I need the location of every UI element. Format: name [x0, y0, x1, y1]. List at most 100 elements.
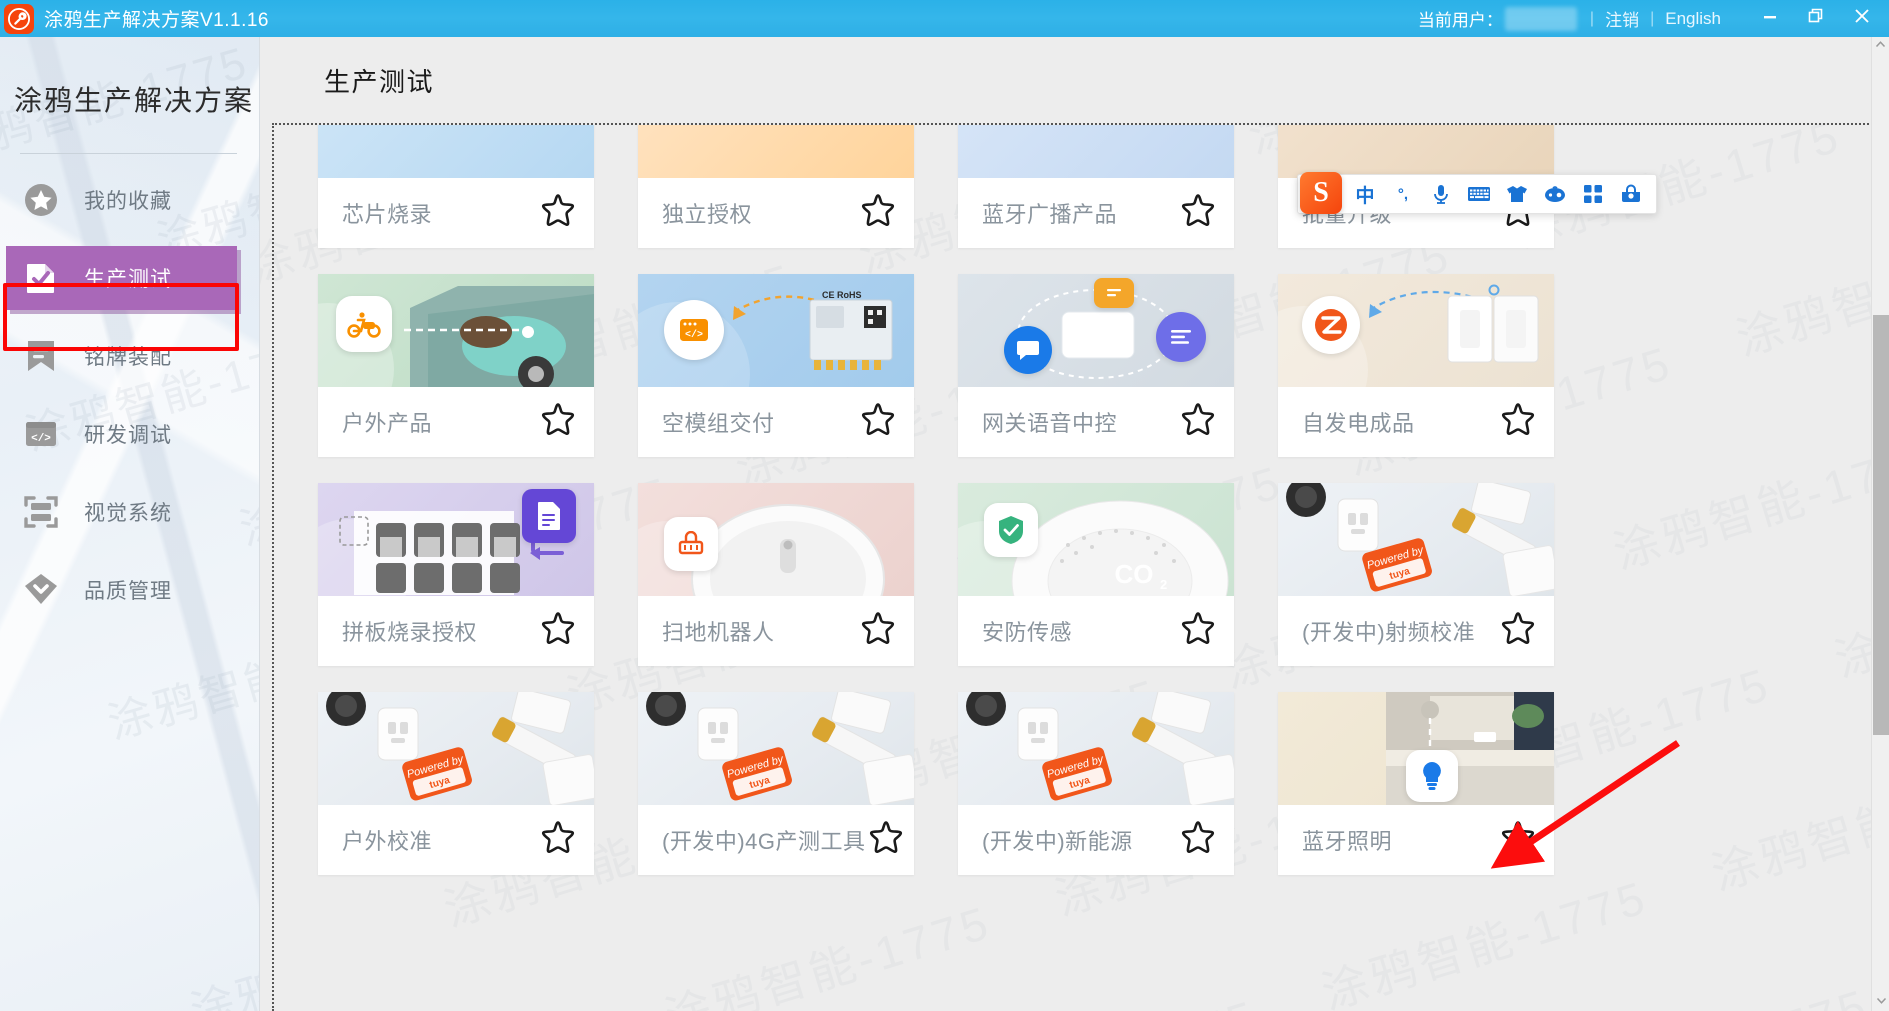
sidebar-item-3[interactable]: 铭牌装配	[0, 324, 259, 388]
star-outline-icon[interactable]	[538, 818, 578, 863]
main-header: 生产测试	[260, 37, 1889, 123]
star-outline-icon[interactable]	[866, 818, 906, 863]
scooter-icon-badge	[336, 296, 392, 352]
close-button[interactable]	[1839, 0, 1885, 37]
sidebar-item-1[interactable]: 我的收藏	[0, 168, 259, 232]
product-card[interactable]: 扫地机器人	[638, 483, 914, 666]
sidebar-item-2[interactable]: 生产测试	[6, 246, 237, 310]
diamond-check-icon	[22, 571, 60, 609]
restore-button[interactable]	[1793, 0, 1839, 37]
star-outline-icon[interactable]	[1178, 400, 1218, 445]
close-icon	[1852, 6, 1872, 31]
star-circle-icon	[22, 181, 60, 219]
scrollbar-thumb[interactable]	[1873, 315, 1889, 735]
sidebar-item-5[interactable]: 视觉系统	[0, 480, 259, 544]
scan-frame-icon	[22, 493, 60, 531]
card-image	[318, 274, 594, 387]
svg-text:</>: </>	[31, 433, 51, 445]
app-grid-icon[interactable]	[1574, 175, 1612, 213]
product-card[interactable]: CE RoHS </> 空模组交付	[638, 274, 914, 457]
card-footer: 户外产品	[318, 387, 594, 457]
title-bar: 涂鸦生产解决方案V1.1.16 当前用户： | 注销 | English	[0, 0, 1889, 37]
language-button[interactable]: English	[1665, 9, 1721, 29]
product-card[interactable]: Powered by tuya (开发中)射频校准	[1278, 483, 1554, 666]
card-footer: 蓝牙广播产品	[958, 178, 1234, 248]
game-mode-icon[interactable]	[1536, 175, 1574, 213]
card-footer: (开发中)射频校准	[1278, 596, 1554, 666]
card-scroll-area[interactable]: 芯片烧录 独立授权 蓝牙广播产品 批量升级 户外产品 CE RoHS </> 空模组交付 网关语…	[272, 123, 1889, 1011]
sogou-ime-toolbar[interactable]: S 中 °,	[1297, 172, 1657, 214]
page-title: 生产测试	[324, 66, 435, 97]
card-image: Powered by tuya	[638, 692, 914, 805]
document-check-icon	[22, 259, 60, 297]
product-card[interactable]: 网关语音中控	[958, 274, 1234, 457]
bulb-icon-badge	[1406, 750, 1458, 802]
svg-text:2: 2	[1160, 577, 1167, 592]
minimize-button[interactable]	[1747, 0, 1793, 37]
toolbox-icon[interactable]	[1612, 175, 1650, 213]
sidebar-title: 涂鸦生产解决方案	[14, 85, 255, 116]
card-image: Powered by tuya	[1278, 483, 1554, 596]
soft-keyboard-icon[interactable]	[1460, 175, 1498, 213]
chat-icon-badge	[1004, 326, 1052, 374]
sidebar-item-6[interactable]: 品质管理	[0, 558, 259, 622]
card-label: 拼板烧录授权	[342, 620, 478, 645]
card-footer: 户外校准	[318, 805, 594, 875]
title-bar-right: 当前用户： | 注销 | English	[1418, 0, 1889, 37]
star-outline-icon[interactable]	[1178, 609, 1218, 654]
card-footer: (开发中)4G产测工具	[638, 805, 914, 875]
voice-input-icon[interactable]	[1422, 175, 1460, 213]
sogou-logo-icon[interactable]: S	[1300, 172, 1342, 214]
svg-text:CO: CO	[1115, 559, 1154, 589]
star-outline-icon[interactable]	[1498, 609, 1538, 654]
scroll-up-button[interactable]	[1872, 37, 1889, 55]
chinese-mode-icon[interactable]: 中	[1346, 175, 1384, 213]
sidebar-item-4[interactable]: </> 研发调试	[0, 402, 259, 466]
card-image	[1278, 274, 1554, 387]
star-outline-icon[interactable]	[538, 400, 578, 445]
card-image: Powered by tuya	[958, 692, 1234, 805]
vacuum-icon-badge	[664, 517, 718, 571]
star-outline-icon[interactable]	[858, 609, 898, 654]
product-card[interactable]: Powered by tuya (开发中)4G产测工具	[638, 692, 914, 875]
current-user-label: 当前用户：	[1417, 11, 1503, 30]
scroll-down-button[interactable]	[1872, 993, 1889, 1011]
star-outline-icon[interactable]	[538, 609, 578, 654]
logout-button[interactable]: 注销	[1605, 6, 1639, 31]
product-card[interactable]: CO 2 安防传感	[958, 483, 1234, 666]
product-card[interactable]: 蓝牙照明	[1278, 692, 1554, 875]
card-label: (开发中)射频校准	[1302, 620, 1476, 645]
product-card[interactable]: Powered by tuya (开发中)新能源	[958, 692, 1234, 875]
star-outline-icon[interactable]	[858, 191, 898, 236]
product-card[interactable]: 户外产品	[318, 274, 594, 457]
sidebar-item-label: 生产测试	[84, 268, 172, 291]
star-outline-icon[interactable]	[1178, 191, 1218, 236]
star-outline-icon[interactable]	[1178, 818, 1218, 863]
message-bubble-icon	[1094, 278, 1134, 308]
star-outline-icon[interactable]	[1498, 818, 1538, 863]
star-outline-icon[interactable]	[538, 191, 578, 236]
sidebar-item-label: 研发调试	[84, 424, 172, 447]
card-footer: 蓝牙照明	[1278, 805, 1554, 875]
card-footer: 自发电成品	[1278, 387, 1554, 457]
product-card[interactable]: 自发电成品	[1278, 274, 1554, 457]
punctuation-mode-icon[interactable]: °,	[1384, 175, 1422, 213]
skin-icon[interactable]	[1498, 175, 1536, 213]
sidebar-item-label: 铭牌装配	[84, 346, 172, 369]
star-outline-icon[interactable]	[1498, 400, 1538, 445]
card-label: 自发电成品	[1302, 411, 1415, 436]
sidebar: 涂鸦智能-1775 涂鸦智能-1775 涂鸦智能-1775 涂鸦智能-1775 涂鸦智能…	[0, 37, 260, 1011]
vertical-scrollbar[interactable]	[1871, 37, 1889, 1011]
card-label: 蓝牙广播产品	[982, 202, 1118, 227]
tuya-logo-icon	[4, 3, 34, 34]
product-card[interactable]: 芯片烧录	[318, 125, 594, 248]
card-footer: 空模组交付	[638, 387, 914, 457]
product-card[interactable]: 蓝牙广播产品	[958, 125, 1234, 248]
card-label: 独立授权	[662, 202, 753, 227]
product-card[interactable]: 独立授权	[638, 125, 914, 248]
sidebar-nav: 我的收藏生产测试铭牌装配 </> 研发调试视觉系统品质管理	[0, 168, 259, 622]
card-image: CO 2	[958, 483, 1234, 596]
star-outline-icon[interactable]	[858, 400, 898, 445]
product-card[interactable]: Powered by tuya 户外校准	[318, 692, 594, 875]
product-card[interactable]: 拼板烧录授权	[318, 483, 594, 666]
